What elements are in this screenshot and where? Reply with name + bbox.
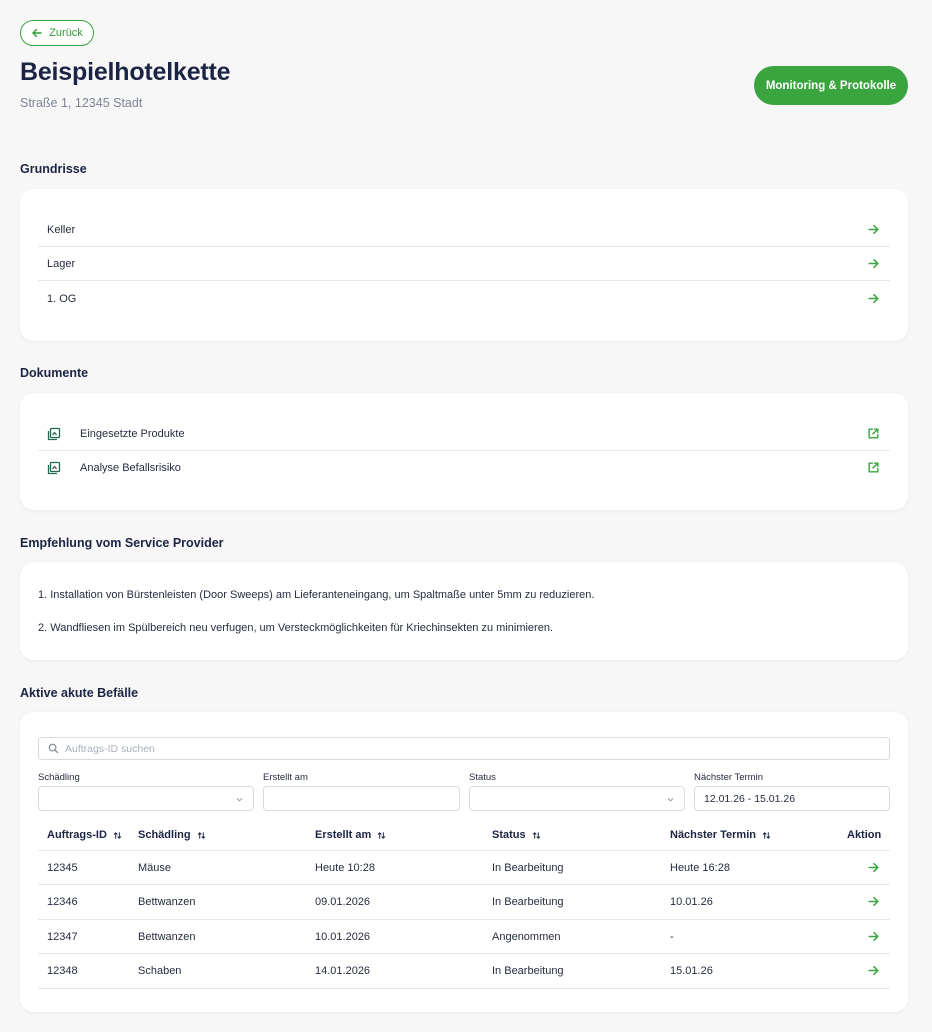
cell-pest: Schaben bbox=[138, 965, 182, 977]
documents-card: Eingesetzte Produkte Analyse Befallsrisi… bbox=[20, 393, 908, 510]
monitoring-button[interactable]: Monitoring & Protokolle bbox=[754, 66, 908, 105]
cell-order-id: 12346 bbox=[47, 896, 78, 908]
order-search-input[interactable] bbox=[65, 742, 865, 755]
cell-created: 10.01.2026 bbox=[315, 931, 371, 943]
recommendations-card: 1. Installation von Bürstenleisten (Door… bbox=[20, 562, 908, 660]
column-header-created[interactable]: Erstellt am bbox=[315, 829, 386, 841]
sort-icon bbox=[532, 831, 540, 839]
floorplan-item-label: Keller bbox=[47, 223, 76, 236]
cell-pest: Bettwanzen bbox=[138, 896, 196, 908]
floorplan-item-lager[interactable]: Lager bbox=[38, 247, 890, 281]
document-item-products[interactable]: Eingesetzte Produkte bbox=[38, 417, 890, 451]
filter-status-label: Status bbox=[469, 772, 496, 783]
floorplans-section-title: Grundrisse bbox=[20, 162, 87, 176]
cell-next-date: Heute 16:28 bbox=[670, 862, 730, 874]
floorplans-card: Keller Lager 1. OG bbox=[20, 189, 908, 341]
cell-next-date: 15.01.26 bbox=[670, 965, 713, 977]
infestations-section-title: Aktive akute Befälle bbox=[20, 686, 139, 700]
column-header-label: Aktion bbox=[847, 829, 882, 841]
arrow-right-icon bbox=[868, 293, 879, 304]
arrow-right-icon[interactable] bbox=[867, 930, 880, 943]
column-header-status[interactable]: Status bbox=[492, 829, 541, 841]
filter-next-date-input[interactable]: 12.01.26 - 15.01.26 bbox=[694, 786, 890, 811]
filter-status-select[interactable] bbox=[469, 786, 685, 811]
cell-order-id: 12348 bbox=[47, 965, 78, 977]
cell-created: Heute 10:28 bbox=[315, 862, 375, 874]
chevron-down-icon bbox=[236, 798, 243, 802]
arrow-left-icon bbox=[32, 28, 42, 38]
document-item-label: Analyse Befallsrisiko bbox=[80, 462, 181, 474]
column-header-label: Auftrags-ID bbox=[47, 829, 107, 841]
arrow-right-icon bbox=[868, 224, 879, 235]
back-button[interactable]: Zurück bbox=[20, 20, 94, 46]
filter-created-input[interactable] bbox=[263, 786, 460, 811]
column-header-order-id[interactable]: Auftrags-ID bbox=[47, 829, 122, 841]
search-icon bbox=[48, 743, 59, 754]
document-item-label: Eingesetzte Produkte bbox=[80, 427, 185, 440]
cell-status: Angenommen bbox=[492, 931, 561, 943]
external-link-icon bbox=[868, 428, 879, 439]
filter-next-date-label: Nächster Termin bbox=[694, 772, 763, 783]
arrow-right-icon[interactable] bbox=[867, 861, 880, 874]
recommendations-section-title: Empfehlung vom Service Provider bbox=[20, 536, 224, 550]
cell-status: In Bearbeitung bbox=[492, 896, 564, 908]
sort-icon bbox=[113, 831, 122, 839]
page-title: Beispielhotelkette bbox=[20, 58, 231, 86]
filter-pest-label: Schädling bbox=[38, 772, 80, 783]
arrow-right-icon bbox=[868, 258, 879, 269]
floorplan-item-label: Lager bbox=[47, 257, 76, 270]
column-header-next-date[interactable]: Nächster Termin bbox=[670, 829, 771, 841]
external-link-icon bbox=[868, 462, 879, 473]
column-header-label: Schädling bbox=[138, 829, 191, 841]
arrow-right-icon[interactable] bbox=[867, 964, 880, 977]
cell-status: In Bearbeitung bbox=[492, 965, 564, 977]
cell-pest: Bettwanzen bbox=[138, 931, 196, 943]
page-address: Straße 1, 12345 Stadt bbox=[20, 96, 143, 110]
floorplan-item-keller[interactable]: Keller bbox=[38, 213, 890, 247]
cell-pest: Mäuse bbox=[138, 862, 172, 874]
column-header-label: Erstellt am bbox=[315, 829, 372, 841]
recommendation-item: 2. Wandfliesen im Spülbereich neu verfug… bbox=[38, 622, 554, 634]
document-stack-icon bbox=[47, 461, 61, 475]
recommendation-item: 1. Installation von Bürstenleisten (Door… bbox=[38, 589, 595, 601]
order-search-box bbox=[38, 737, 890, 760]
filter-created-label: Erstellt am bbox=[263, 772, 308, 783]
cell-order-id: 12347 bbox=[47, 931, 78, 943]
arrow-right-icon[interactable] bbox=[867, 895, 880, 908]
filter-pest-select[interactable] bbox=[38, 786, 254, 811]
cell-created: 09.01.2026 bbox=[315, 896, 371, 908]
infestations-card: Schädling Erstellt am Status Nächster Te… bbox=[20, 712, 908, 1012]
cell-next-date: 10.01.26 bbox=[670, 896, 713, 908]
sort-icon bbox=[378, 831, 386, 839]
filter-next-date-value: 12.01.26 - 15.01.26 bbox=[704, 792, 796, 805]
column-header-label: Status bbox=[492, 829, 526, 841]
document-stack-icon bbox=[47, 427, 61, 440]
table-divider bbox=[38, 988, 890, 989]
document-item-risk-analysis[interactable]: Analyse Befallsrisiko bbox=[38, 451, 890, 485]
floorplan-item-1-og[interactable]: 1. OG bbox=[38, 282, 890, 316]
back-button-label: Zurück bbox=[49, 27, 83, 39]
cell-next-date: - bbox=[670, 931, 674, 943]
column-header-label: Nächster Termin bbox=[670, 829, 756, 841]
cell-order-id: 12345 bbox=[47, 862, 78, 874]
floorplan-item-label: 1. OG bbox=[47, 293, 77, 305]
sort-icon bbox=[762, 831, 771, 839]
chevron-down-icon bbox=[667, 798, 674, 802]
column-header-pest[interactable]: Schädling bbox=[138, 829, 206, 841]
cell-created: 14.01.2026 bbox=[315, 965, 371, 977]
sort-icon bbox=[197, 831, 205, 839]
column-header-action: Aktion bbox=[847, 829, 881, 841]
documents-section-title: Dokumente bbox=[20, 366, 89, 380]
cell-status: In Bearbeitung bbox=[492, 862, 564, 874]
